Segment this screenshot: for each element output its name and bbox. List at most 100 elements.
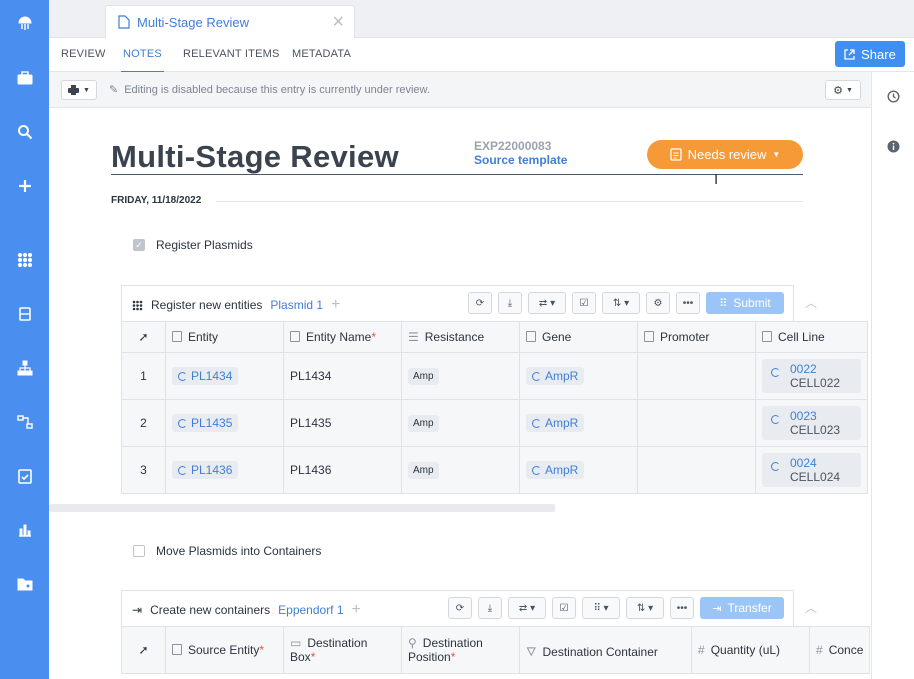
document-icon (118, 15, 130, 29)
resistance-cell[interactable]: Amp (401, 399, 520, 447)
bar-chart-icon[interactable] (0, 515, 49, 545)
column-header-destination-container[interactable]: 🜄 Destination Container (519, 626, 692, 674)
resistance-cell[interactable]: Amp (401, 446, 520, 494)
plus-icon[interactable] (0, 171, 49, 201)
task-move-plasmids: Move Plasmids into Containers (133, 544, 321, 558)
column-header-entity-name[interactable]: Entity Name* (283, 321, 402, 353)
cell-line-cell[interactable]: 0022 CELL022 (755, 352, 868, 400)
add-schema-icon[interactable]: + (352, 601, 361, 619)
task-checkbox[interactable] (133, 545, 145, 557)
entity-link[interactable]: PL1435 (172, 414, 239, 432)
column-header-destination-position[interactable]: ⚲ Destination Position* (401, 626, 520, 674)
more-button[interactable]: ••• (676, 292, 700, 314)
resistance-cell[interactable]: Amp (401, 352, 520, 400)
entity-cell[interactable]: PL1436 (165, 446, 284, 494)
tab-relevant-items[interactable]: RELEVANT ITEMS (183, 48, 280, 60)
entity-name-cell[interactable]: PL1436 (283, 446, 402, 494)
sort-menu-button[interactable]: ⇅ ▾ (626, 597, 664, 619)
gene-cell[interactable]: AmpR (519, 352, 638, 400)
entity-name-cell[interactable]: PL1434 (283, 352, 402, 400)
create-containers-panel: ⇥ Create new containers Eppendorf 1 + ⟳ … (121, 590, 794, 626)
validate-button[interactable]: ☑ (552, 597, 576, 619)
more-dots-icon: ••• (676, 602, 688, 614)
panel-schema[interactable]: Eppendorf 1 (278, 603, 343, 617)
task-label: Move Plasmids into Containers (156, 544, 322, 558)
transfer-menu-button[interactable]: ⇄ ▾ (528, 292, 566, 314)
collapse-icon[interactable]: ︿ (805, 294, 817, 311)
transfer-button[interactable]: ⇥ Transfer (700, 597, 784, 619)
gene-cell[interactable]: AmpR (519, 446, 638, 494)
validate-button[interactable]: ☑ (572, 292, 596, 314)
column-header-source-entity[interactable]: Source Entity* (165, 626, 284, 674)
gene-cell[interactable]: AmpR (519, 399, 638, 447)
table-icon (762, 331, 772, 342)
status-dropdown[interactable]: Needs review ▼ (647, 140, 803, 169)
more-button[interactable]: ••• (670, 597, 694, 619)
close-tab-icon[interactable]: × (332, 11, 344, 34)
register-entities-panel: Register new entities Plasmid 1 + ⟳ ⤓ ⇄ … (121, 285, 794, 321)
cell-line-cell[interactable]: 0023 CELL023 (755, 399, 868, 447)
column-header-cell-line[interactable]: Cell Line (755, 321, 868, 353)
layout-menu-button[interactable]: ⠿ ▾ (582, 597, 620, 619)
sort-menu-button[interactable]: ⇅ ▾ (602, 292, 640, 314)
info-icon[interactable] (872, 140, 914, 156)
cell-line-link[interactable]: 0023 CELL023 (762, 406, 861, 440)
cell-line-cell[interactable]: 0024 CELL024 (755, 446, 868, 494)
entity-name-cell[interactable]: PL1435 (283, 399, 402, 447)
promoter-cell[interactable] (637, 399, 756, 447)
download-button[interactable]: ⤓ (478, 597, 502, 619)
column-header-quantity[interactable]: # Quantity (uL) (691, 626, 810, 674)
entity-link[interactable]: PL1434 (172, 367, 239, 385)
select-all-header[interactable]: ➚ (121, 626, 166, 674)
column-header-concentration[interactable]: # Conce (808, 626, 871, 674)
checklist-icon[interactable] (0, 461, 49, 491)
row-number: 2 (121, 399, 166, 447)
tab-metadata[interactable]: METADATA (292, 48, 351, 60)
tab-review[interactable]: REVIEW (61, 48, 106, 60)
promoter-cell[interactable] (637, 446, 756, 494)
collapse-icon[interactable]: ︿ (805, 599, 817, 616)
download-button[interactable]: ⤓ (498, 292, 522, 314)
task-checkbox[interactable]: ✓ (133, 239, 145, 251)
panel-settings-button[interactable]: ⚙ (646, 292, 670, 314)
column-header-entity[interactable]: Entity (165, 321, 284, 353)
entity-link[interactable]: PL1436 (172, 461, 239, 479)
gene-link[interactable]: AmpR (526, 414, 585, 432)
entity-cell[interactable]: PL1434 (165, 352, 284, 400)
column-header-destination-box[interactable]: ▭ Destination Box* (283, 626, 402, 674)
source-template-link[interactable]: Source template (474, 153, 567, 167)
container-icon (771, 368, 780, 377)
entry-settings-button[interactable]: ⚙ ▼ (825, 80, 861, 100)
refresh-button[interactable]: ⟳ (448, 597, 472, 619)
jellyfish-logo-icon[interactable] (0, 8, 49, 38)
share-button[interactable]: Share (835, 41, 905, 67)
apps-grid-icon[interactable] (0, 245, 49, 275)
column-header-resistance[interactable]: ☰ Resistance (401, 321, 520, 353)
select-all-header[interactable]: ➚ (121, 321, 166, 353)
submit-button[interactable]: ⠿ Submit (706, 292, 784, 314)
drag-handle-icon[interactable] (132, 300, 143, 311)
history-icon[interactable] (872, 90, 914, 106)
document-tab[interactable]: Multi-Stage Review × (105, 5, 355, 38)
hierarchy-icon[interactable] (0, 353, 49, 383)
folder-settings-icon[interactable] (0, 569, 49, 599)
workflow-icon[interactable] (0, 407, 49, 437)
horizontal-scrollbar[interactable] (49, 504, 555, 512)
column-header-promoter[interactable]: Promoter (637, 321, 756, 353)
cell-line-link[interactable]: 0022 CELL022 (762, 359, 861, 393)
search-icon[interactable] (0, 117, 49, 147)
transfer-menu-button[interactable]: ⇄ ▾ (508, 597, 546, 619)
promoter-cell[interactable] (637, 352, 756, 400)
refresh-button[interactable]: ⟳ (468, 292, 492, 314)
notebook-icon[interactable] (0, 299, 49, 329)
add-schema-icon[interactable]: + (331, 296, 340, 314)
tab-notes[interactable]: NOTES (121, 48, 164, 73)
column-header-gene[interactable]: Gene (519, 321, 638, 353)
gene-link[interactable]: AmpR (526, 461, 585, 479)
panel-schema[interactable]: Plasmid 1 (270, 298, 323, 312)
print-button[interactable]: ▼ (61, 80, 97, 100)
cell-line-link[interactable]: 0024 CELL024 (762, 453, 861, 487)
briefcase-icon[interactable] (0, 63, 49, 93)
gene-link[interactable]: AmpR (526, 367, 585, 385)
entity-cell[interactable]: PL1435 (165, 399, 284, 447)
